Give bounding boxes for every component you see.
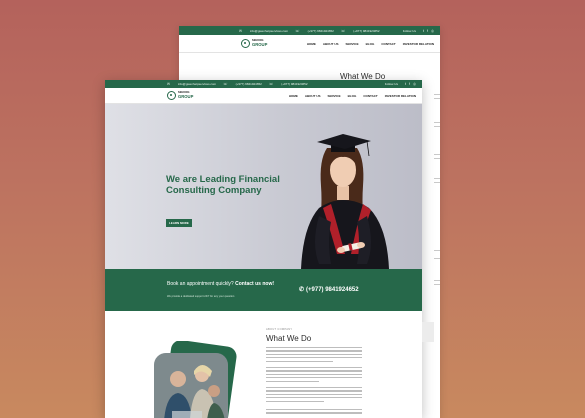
mail-icon: ✉	[167, 82, 170, 86]
front-page-preview: ✉ info@gwenhelpservices.com ☏ (+977) 984…	[105, 80, 422, 418]
hero-section: We are Leading Financial Consulting Comp…	[105, 104, 422, 269]
logo-big-text: GROUP	[252, 41, 268, 47]
text-line	[434, 98, 440, 99]
back-nav-links: HOME ABOUT US SERVICE BLOG CONTACT INVES…	[307, 42, 434, 46]
text-line	[434, 284, 440, 285]
text-line	[434, 158, 440, 159]
instagram-icon[interactable]: ◎	[413, 82, 416, 86]
text-line	[434, 250, 440, 251]
appointment-band: Book an appointment quickly? Contact us …	[105, 269, 422, 311]
back-nav-service[interactable]: SERVICE	[346, 42, 359, 46]
what-we-do-section: ABOUT COMPANY What We Do	[105, 311, 422, 418]
what-we-do-paragraph	[266, 367, 362, 384]
back-topbar-phone2[interactable]: (+977) 9841924652	[353, 29, 379, 33]
back-nav-investor[interactable]: INVESTOR RELATION	[403, 42, 434, 46]
front-logo[interactable]: NEEDING GROUP	[167, 91, 193, 100]
front-nav-about[interactable]: ABOUT US	[305, 94, 321, 98]
front-nav-links: HOME ABOUT US SERVICE BLOG CONTACT INVES…	[289, 94, 416, 98]
what-we-do-paragraph	[266, 409, 362, 416]
front-topbar-phone2[interactable]: (+977) 9841924652	[281, 82, 307, 86]
appointment-title-plain: Book an appointment quickly?	[167, 281, 234, 287]
text-line	[434, 122, 440, 123]
what-we-do-title: What We Do	[266, 334, 312, 343]
back-nav-about[interactable]: ABOUT US	[323, 42, 339, 46]
front-navbar: NEEDING GROUP HOME ABOUT US SERVICE BLOG…	[105, 88, 422, 104]
phone-icon: ☏	[295, 28, 300, 33]
front-nav-service[interactable]: SERVICE	[328, 94, 341, 98]
facebook-icon[interactable]: f	[409, 82, 410, 86]
front-topbar: ✉ info@gwenhelpservices.com ☏ (+977) 984…	[105, 80, 422, 88]
what-we-do-paragraph	[266, 387, 362, 404]
text-line	[434, 94, 440, 95]
front-nav-blog[interactable]: BLOG	[348, 94, 357, 98]
phone-icon: ☏	[223, 82, 228, 86]
text-line	[434, 182, 440, 183]
logo-big-text: GROUP	[178, 93, 194, 99]
whatsapp-icon: ✆	[299, 287, 305, 293]
back-navbar: NEEDING GROUP HOME ABOUT US SERVICE BLOG…	[179, 35, 440, 53]
back-topbar: ✉ info@gwenhelpservices.com ☏ (+977) 984…	[179, 26, 440, 35]
text-line	[434, 178, 440, 179]
front-nav-contact[interactable]: CONTACT	[363, 94, 377, 98]
back-nav-blog[interactable]: BLOG	[366, 42, 375, 46]
text-line	[434, 126, 440, 127]
front-nav-home[interactable]: HOME	[289, 94, 298, 98]
logo-icon	[167, 91, 176, 100]
text-line	[434, 258, 440, 259]
hero-heading: We are Leading Financial Consulting Comp…	[166, 174, 280, 197]
appointment-phone-number[interactable]: (+977) 9841924652	[306, 287, 359, 293]
text-line	[434, 280, 440, 281]
back-nav-home[interactable]: HOME	[307, 42, 316, 46]
phone-icon: ☏	[268, 82, 274, 86]
facebook-icon[interactable]: f	[427, 29, 428, 33]
what-we-do-paragraph	[266, 347, 362, 364]
front-nav-investor[interactable]: INVESTOR RELATION	[385, 94, 416, 98]
back-nav-contact[interactable]: CONTACT	[381, 42, 395, 46]
twitter-icon[interactable]: t	[405, 82, 406, 86]
page-edge	[422, 322, 434, 342]
back-topbar-email[interactable]: info@gwenhelpservices.com	[250, 29, 288, 33]
learn-more-button[interactable]: LEARN MORE	[166, 219, 192, 227]
text-line	[434, 154, 440, 155]
front-topbar-email[interactable]: info@gwenhelpservices.com	[178, 82, 216, 86]
phone-icon: ☏	[340, 28, 346, 33]
back-topbar-phone[interactable]: (+977) 9841924652	[308, 29, 334, 33]
twitter-icon[interactable]: t	[423, 29, 424, 33]
front-follow-label: Follow Us	[384, 82, 398, 86]
instagram-icon[interactable]: ◎	[431, 29, 434, 33]
back-follow-label: Follow Us	[402, 28, 416, 33]
team-photo	[154, 341, 237, 418]
back-logo[interactable]: NEEDING GROUP	[241, 39, 267, 48]
appointment-title: Book an appointment quickly? Contact us …	[167, 281, 277, 287]
front-topbar-phone[interactable]: (+977) 9841924652	[236, 82, 262, 86]
mail-icon: ✉	[239, 28, 242, 33]
appointment-phone[interactable]: ✆ (+977) 9841924652	[299, 286, 359, 294]
logo-icon	[241, 39, 250, 48]
appointment-subtitle: We provide a dedicated support 24/7 for …	[167, 295, 235, 298]
appointment-title-bold[interactable]: Contact us now!	[235, 281, 274, 287]
what-we-do-eyebrow: ABOUT COMPANY	[266, 328, 293, 331]
